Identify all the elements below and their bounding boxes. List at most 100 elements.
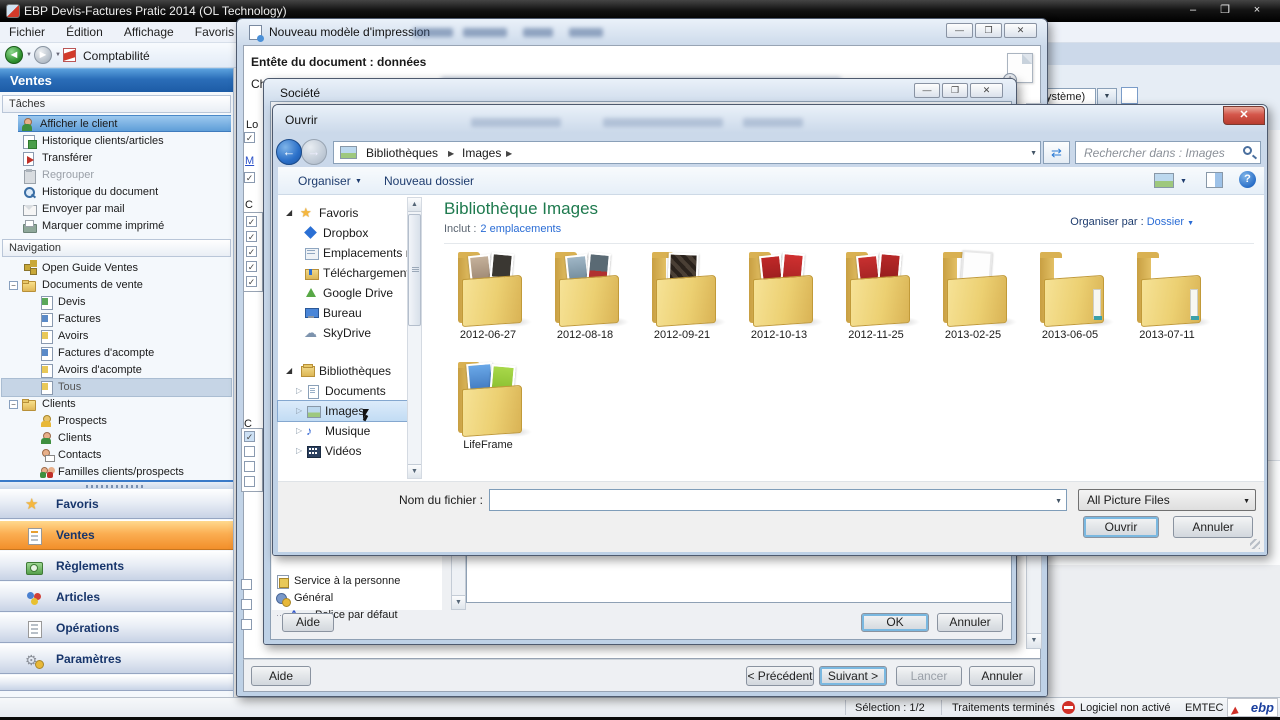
checkbox[interactable] bbox=[241, 579, 252, 590]
folder-item[interactable]: 2013-07-11 bbox=[1121, 251, 1213, 341]
tree-open-guide-ventes[interactable]: Open Guide Ventes bbox=[2, 260, 231, 277]
splitter-handle[interactable] bbox=[0, 480, 233, 489]
nav-musique[interactable]: ▷♪Musique bbox=[278, 421, 407, 441]
includes-link[interactable]: 2 emplacements bbox=[480, 223, 561, 235]
tree-contacts[interactable]: Contacts bbox=[2, 447, 231, 464]
address-dropdown-icon[interactable]: ▼ bbox=[1030, 150, 1037, 157]
checkbox[interactable] bbox=[241, 619, 252, 630]
module-operations[interactable]: Opérations bbox=[0, 613, 233, 643]
app-restore-button[interactable]: ❐ bbox=[1212, 4, 1238, 18]
ok-button[interactable]: OK bbox=[861, 613, 929, 632]
breadcrumb-root[interactable]: Bibliothèques bbox=[366, 146, 438, 160]
menu-edition[interactable]: Édition bbox=[57, 22, 112, 39]
folder-item[interactable]: 2012-09-21 bbox=[636, 251, 728, 341]
resize-grip[interactable] bbox=[1250, 539, 1260, 549]
module-ventes[interactable]: Ventes bbox=[0, 520, 233, 550]
module-reglements[interactable]: Règlements bbox=[0, 551, 233, 581]
truncated-link[interactable]: M bbox=[245, 155, 254, 167]
breadcrumb-current[interactable]: Images bbox=[462, 146, 501, 160]
open-button[interactable]: Ouvrir bbox=[1083, 516, 1159, 538]
folder-item[interactable]: 2012-06-27 bbox=[442, 251, 534, 341]
module-articles[interactable]: Articles bbox=[0, 582, 233, 612]
tree-service-personne[interactable]: Service à la personne bbox=[276, 573, 436, 590]
cancel-button[interactable]: Annuler bbox=[1173, 516, 1253, 538]
checkbox[interactable]: ✓ bbox=[244, 431, 255, 442]
app-close-button[interactable]: × bbox=[1244, 4, 1270, 18]
task-marquer-imprime[interactable]: Marquer comme imprimé bbox=[2, 218, 231, 235]
checkbox[interactable] bbox=[244, 476, 255, 487]
nav-bureau[interactable]: Bureau bbox=[278, 303, 407, 323]
module-favoris[interactable]: ★Favoris bbox=[0, 489, 233, 519]
nav-telechargements[interactable]: Téléchargements bbox=[278, 263, 407, 283]
checkbox[interactable]: ✓ bbox=[246, 261, 257, 272]
dialog-minimize-button[interactable]: — bbox=[914, 83, 940, 98]
menu-favoris[interactable]: Favoris bbox=[186, 22, 243, 39]
checkbox[interactable]: ✓ bbox=[246, 276, 257, 287]
folder-item[interactable]: 2013-06-05 bbox=[1024, 251, 1116, 341]
app-minimize-button[interactable]: – bbox=[1180, 4, 1206, 18]
refresh-button[interactable]: ⇄ bbox=[1043, 141, 1070, 164]
tree-factures-acompte[interactable]: Factures d'acompte bbox=[2, 345, 231, 362]
nav-videos[interactable]: ▷Vidéos bbox=[278, 441, 407, 461]
folder-item[interactable]: 2012-08-18 bbox=[539, 251, 631, 341]
folder-item[interactable]: 2013-02-25 bbox=[927, 251, 1019, 341]
address-bar[interactable]: Bibliothèques ▶ Images ▶ ▼ bbox=[333, 141, 1041, 164]
organize-menu[interactable]: Organiser bbox=[298, 174, 351, 188]
tree-devis[interactable]: Devis bbox=[2, 294, 231, 311]
checkbox[interactable]: ✓ bbox=[244, 132, 255, 143]
nav-scrollbar[interactable]: ▲ ▼ bbox=[407, 197, 422, 479]
task-envoyer-par-mail[interactable]: Envoyer par mail bbox=[2, 201, 231, 218]
back-button[interactable]: ◄ bbox=[5, 46, 23, 64]
help-button[interactable]: Aide bbox=[282, 613, 334, 632]
help-icon[interactable]: ? bbox=[1239, 171, 1256, 188]
menu-affichage[interactable]: Affichage bbox=[115, 22, 183, 39]
view-icon[interactable] bbox=[1154, 173, 1174, 188]
tree-general[interactable]: Général bbox=[276, 590, 436, 607]
tree-clients[interactable]: Clients bbox=[2, 430, 231, 447]
forward-dropdown-icon[interactable]: ▼ bbox=[55, 52, 61, 58]
tree-documents-de-vente[interactable]: −Documents de vente bbox=[2, 277, 231, 294]
collapse-icon[interactable]: − bbox=[9, 400, 18, 409]
tree-avoirs[interactable]: Avoirs bbox=[2, 328, 231, 345]
search-box[interactable]: Rechercher dans : Images bbox=[1075, 141, 1261, 164]
previous-button[interactable]: < Précédent bbox=[746, 666, 814, 686]
combo-dropdown-icon[interactable]: ▼ bbox=[1055, 498, 1062, 505]
new-folder-button[interactable]: Nouveau dossier bbox=[384, 174, 474, 188]
module-parametres[interactable]: ⚙Paramètres bbox=[0, 644, 233, 674]
dialog-restore-button[interactable]: ❐ bbox=[942, 83, 968, 98]
forward-button[interactable]: ► bbox=[34, 46, 52, 64]
checkbox[interactable] bbox=[241, 599, 252, 610]
task-afficher-le-client[interactable]: Afficher le client bbox=[18, 115, 231, 132]
scroll-thumb[interactable] bbox=[408, 214, 421, 326]
tree-prospects[interactable]: Prospects bbox=[2, 413, 231, 430]
scroll-down-icon[interactable]: ▼ bbox=[452, 595, 465, 609]
next-button[interactable]: Suivant > bbox=[819, 666, 887, 686]
cancel-button[interactable]: Annuler bbox=[969, 666, 1035, 686]
folder-item[interactable]: LifeFrame bbox=[442, 361, 534, 451]
nav-images[interactable]: ▷Images bbox=[278, 401, 407, 421]
dialog-restore-button[interactable]: ❐ bbox=[975, 23, 1002, 38]
tree-tous[interactable]: Tous bbox=[2, 379, 231, 396]
checkbox[interactable] bbox=[244, 461, 255, 472]
back-icon[interactable]: ← bbox=[276, 139, 302, 165]
nav-documents[interactable]: ▷Documents bbox=[278, 381, 407, 401]
help-button[interactable]: Aide bbox=[251, 666, 311, 686]
tree-factures[interactable]: Factures bbox=[2, 311, 231, 328]
folder-item[interactable]: 2012-10-13 bbox=[733, 251, 825, 341]
task-historique-document[interactable]: Historique du document bbox=[2, 184, 231, 201]
nav-skydrive[interactable]: ☁SkyDrive bbox=[278, 323, 407, 343]
collapse-icon[interactable]: − bbox=[9, 281, 18, 290]
checkbox[interactable]: ✓ bbox=[244, 172, 255, 183]
scroll-down-icon[interactable]: ▼ bbox=[408, 464, 421, 478]
task-transferer[interactable]: Transférer bbox=[2, 150, 231, 167]
filename-input[interactable]: ▼ bbox=[489, 489, 1067, 511]
nav-favoris[interactable]: ◢★Favoris bbox=[278, 203, 407, 223]
comptabilite-button[interactable]: Comptabilité bbox=[83, 49, 150, 63]
dialog-close-button[interactable]: ✕ bbox=[1004, 23, 1037, 38]
nav-google-drive[interactable]: Google Drive bbox=[278, 283, 407, 303]
arrange-value[interactable]: Dossier bbox=[1147, 216, 1184, 228]
close-button[interactable]: ✕ bbox=[1223, 106, 1265, 125]
dialog-close-button[interactable]: ✕ bbox=[970, 83, 1003, 98]
tree-avoirs-acompte[interactable]: Avoirs d'acompte bbox=[2, 362, 231, 379]
nav-emplacements[interactable]: Emplacements ré bbox=[278, 243, 407, 263]
